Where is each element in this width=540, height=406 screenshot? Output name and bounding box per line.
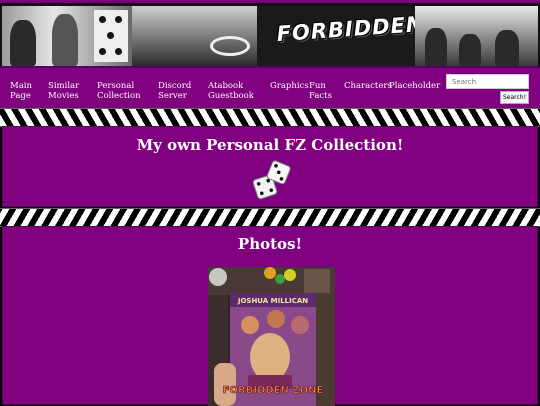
banner-figure [459, 34, 481, 66]
banner-photo-3 [415, 6, 538, 66]
dice-icon [252, 160, 291, 200]
nav-fun-facts[interactable]: Fun Facts [309, 81, 337, 101]
search-input[interactable] [446, 74, 529, 89]
collection-photo: JOSHUA MILLICAN FORBIDDEN ZONE [208, 267, 335, 406]
banner-figure [52, 14, 78, 66]
nav-atabook-guestbook[interactable]: Atabook Guestbook [208, 81, 260, 101]
nav-characters[interactable]: Characters [344, 81, 392, 91]
nav-placeholder[interactable]: Placeholder [389, 81, 441, 91]
cover-title: FORBIDDEN ZONE [223, 385, 324, 396]
nav-personal-collection[interactable]: Personal Collection [97, 81, 147, 101]
header-banner: FORBIDDEN [0, 0, 540, 66]
nav-similar-movies[interactable]: Similar Movies [48, 81, 86, 101]
search-button[interactable]: Search! [500, 91, 529, 104]
zebra-divider [0, 208, 540, 227]
nav-graphics[interactable]: Graphics [270, 81, 309, 91]
banner-dice-card [94, 10, 128, 62]
cover-author: JOSHUA MILLICAN [237, 297, 308, 305]
collection-section: My own Personal FZ Collection! [2, 126, 538, 207]
nav-discord-server[interactable]: Discord Server [158, 81, 198, 101]
banner-logo-panel: FORBIDDEN [257, 6, 426, 66]
banner-figure [495, 30, 519, 66]
banner-ring [210, 36, 250, 56]
nav-main-page[interactable]: Main Page [10, 81, 40, 101]
forbidden-zone-logo: FORBIDDEN [275, 11, 426, 47]
zebra-divider [0, 108, 540, 127]
banner-photo-1 [2, 6, 132, 66]
collection-title: My own Personal FZ Collection! [136, 136, 404, 154]
banner-photo-2 [132, 6, 257, 66]
banner-figure [10, 20, 36, 66]
photos-section: Photos! JOSHUA MILLICAN FORBIDDEN ZONE [2, 226, 538, 406]
banner-figure [425, 28, 447, 66]
photos-title: Photos! [237, 235, 303, 253]
